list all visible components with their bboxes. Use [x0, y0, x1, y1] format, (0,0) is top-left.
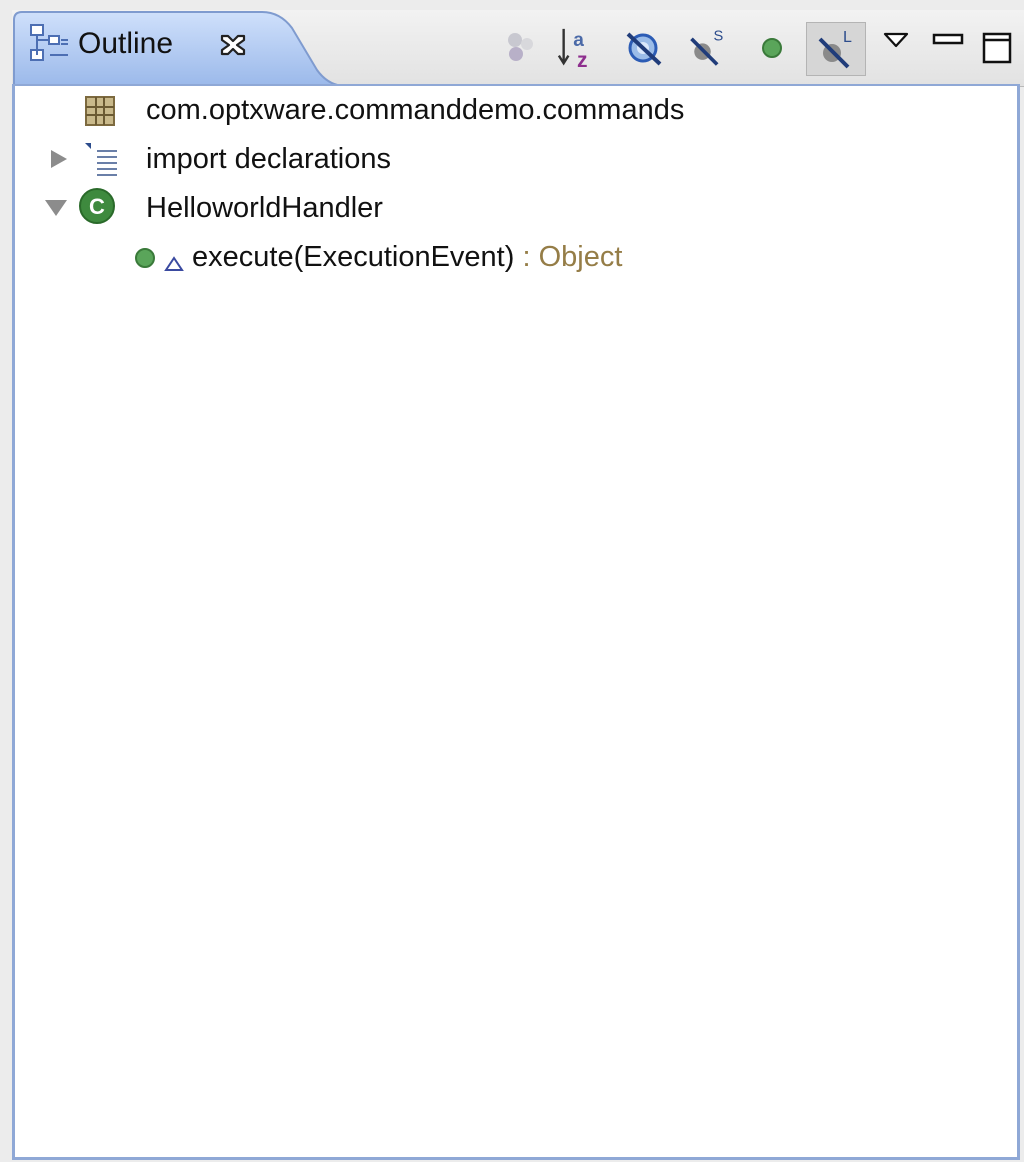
minimize-icon	[932, 33, 964, 45]
tree-item-class[interactable]: C HelloworldHandler	[15, 184, 1005, 232]
view-menu-icon	[883, 32, 909, 48]
outline-tree[interactable]: com.optxware.commanddemo.commands import…	[12, 86, 1020, 1160]
hide-non-public-methods-icon	[762, 38, 782, 58]
sort-alphabetically-icon: a z	[557, 28, 588, 72]
outline-view-icon	[30, 24, 68, 61]
hide-non-public-methods-button[interactable]	[750, 24, 794, 72]
override-indicator-icon	[164, 256, 184, 271]
svg-text:z: z	[577, 49, 588, 72]
outline-view: Outline a z S L com.optxware.commanddemo…	[0, 0, 1024, 1162]
hide-static-button[interactable]: S	[686, 24, 730, 72]
tree-item-package[interactable]: com.optxware.commanddemo.commands	[15, 86, 1005, 134]
tree-item-imports[interactable]: import declarations	[15, 135, 1005, 183]
close-icon[interactable]	[218, 30, 248, 60]
hide-local-types-button[interactable]: L	[806, 22, 866, 76]
class-icon: C	[79, 188, 115, 224]
view-toolbar: a z S L	[490, 10, 1024, 80]
public-method-icon	[135, 248, 155, 268]
hide-non-public-members-icon	[626, 32, 662, 66]
tab-title: Outline	[78, 27, 174, 60]
method-signature: execute(ExecutionEvent)	[192, 241, 515, 273]
tab-outline[interactable]: Outline	[12, 10, 342, 86]
svg-text:L: L	[843, 29, 852, 46]
svg-text:S: S	[714, 29, 724, 45]
view-menu-button[interactable]	[874, 16, 918, 64]
hide-fields-icon	[508, 33, 533, 61]
maximize-icon	[982, 32, 1012, 64]
hide-fields-button[interactable]	[498, 24, 542, 72]
sort-button[interactable]: a z	[556, 24, 600, 72]
minimize-button[interactable]	[926, 16, 970, 64]
hide-local-types-icon: L	[818, 29, 852, 69]
collapse-arrow-icon[interactable]	[43, 196, 69, 220]
imports-label: import declarations	[146, 143, 391, 175]
package-icon	[85, 96, 115, 126]
svg-text:C: C	[89, 194, 105, 219]
package-label: com.optxware.commanddemo.commands	[146, 94, 685, 126]
tree-item-method[interactable]: execute(ExecutionEvent) : Object	[15, 233, 1005, 281]
hide-static-members-icon: S	[690, 29, 724, 66]
method-return-type: : Object	[514, 241, 623, 273]
expand-arrow-icon[interactable]	[47, 147, 71, 171]
maximize-button[interactable]	[976, 24, 1020, 72]
import-declarations-icon	[85, 143, 117, 176]
svg-text:a: a	[573, 30, 584, 51]
class-label: HelloworldHandler	[146, 192, 383, 224]
hide-non-public-button[interactable]	[622, 24, 666, 72]
